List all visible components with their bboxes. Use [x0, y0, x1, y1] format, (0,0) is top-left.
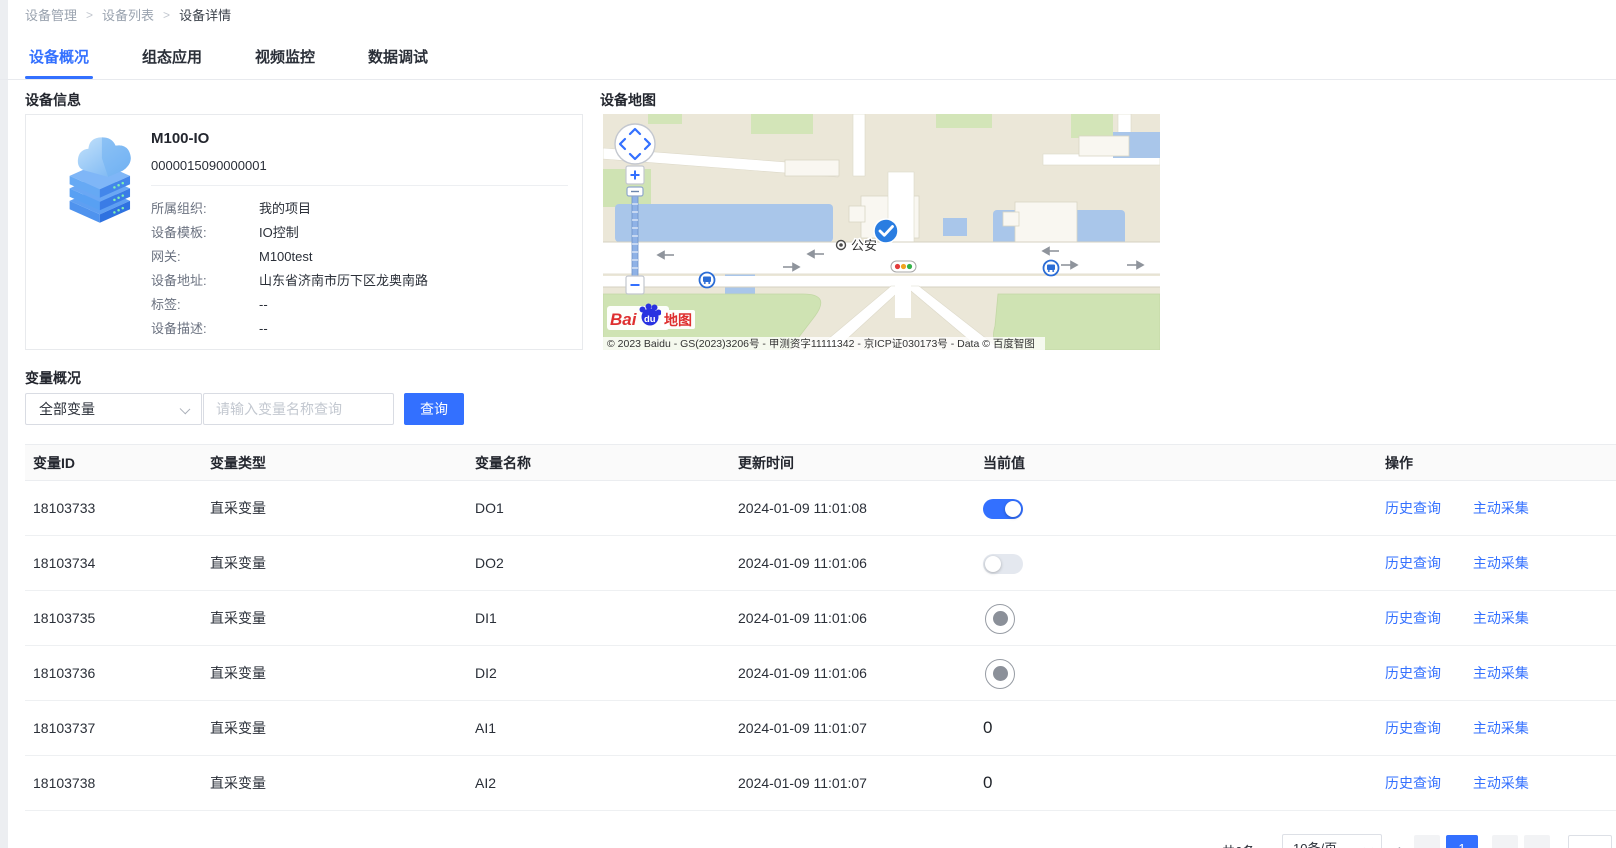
tab-bar: 设备概况 组态应用 视频监控 数据调试	[0, 43, 1616, 80]
map-copyright: © 2023 Baidu - GS(2023)3206号 - 甲测资字11111…	[603, 337, 1045, 350]
value-number: 0	[983, 701, 992, 756]
value-indicator-lamp	[985, 659, 1015, 689]
breadcrumb-device-management[interactable]: 设备管理	[25, 5, 77, 24]
field-tags: 标签:--	[151, 296, 268, 314]
bus-stop-icon	[700, 273, 715, 288]
active-collect-link[interactable]: 主动采集	[1473, 500, 1529, 516]
col-operations: 操作	[1385, 445, 1413, 482]
next-page-button[interactable]	[1492, 835, 1518, 848]
bus-stop-icon	[1044, 261, 1059, 276]
history-query-link[interactable]: 历史查询	[1385, 500, 1441, 516]
history-query-link[interactable]: 历史查询	[1385, 610, 1441, 626]
history-query-link[interactable]: 历史查询	[1385, 665, 1441, 681]
table-row: 18103735 直采变量 DI1 2024-01-09 11:01:06 历史…	[25, 591, 1616, 646]
svg-text:地图: 地图	[664, 312, 692, 328]
table-row: 18103736 直采变量 DI2 2024-01-09 11:01:06 历史…	[25, 646, 1616, 701]
breadcrumb: 设备管理 > 设备列表 > 设备详情	[25, 5, 231, 24]
device-info-card: M100-IO 0000015090000001 所属组织:我的项目 设备模板:…	[25, 114, 583, 350]
divider	[151, 185, 568, 186]
active-collect-link[interactable]: 主动采集	[1473, 555, 1529, 571]
variable-type-select[interactable]: 全部变量	[25, 393, 202, 425]
device-location-marker[interactable]	[874, 219, 898, 243]
col-current-value: 当前值	[983, 445, 1025, 482]
chevron-down-icon	[1364, 844, 1374, 848]
breadcrumb-device-detail: 设备详情	[179, 5, 231, 24]
chevron-down-icon	[180, 404, 191, 415]
table-row: 18103737 直采变量 AI1 2024-01-09 11:01:07 0 …	[25, 701, 1616, 756]
breadcrumb-separator: >	[163, 8, 170, 22]
device-map-title: 设备地图	[600, 90, 656, 110]
prev-page-button[interactable]	[1414, 835, 1440, 848]
tab-video-monitor[interactable]: 视频监控	[251, 43, 319, 79]
value-toggle-on[interactable]	[983, 499, 1023, 519]
field-description: 设备描述:--	[151, 320, 268, 338]
active-collect-link[interactable]: 主动采集	[1473, 775, 1529, 791]
svg-text:公安: 公安	[851, 238, 877, 253]
table-header: 变量ID 变量类型 变量名称 更新时间 当前值 操作	[25, 444, 1616, 481]
map-zoom-out-button[interactable]	[626, 276, 644, 294]
traffic-light-icon	[891, 261, 916, 272]
baidu-map[interactable]: 公安	[603, 114, 1160, 350]
value-toggle-off[interactable]	[983, 554, 1023, 574]
variables-table: 变量ID 变量类型 变量名称 更新时间 当前值 操作 18103733 直采变量…	[25, 444, 1616, 811]
variable-type-selected: 全部变量	[39, 401, 95, 417]
page-size-select[interactable]: 10条/页	[1282, 834, 1382, 848]
device-name: M100-IO	[151, 130, 209, 147]
current-page-button[interactable]: 1	[1446, 835, 1478, 848]
map-pan-control[interactable]	[615, 124, 655, 164]
svg-text:Bai: Bai	[610, 310, 638, 329]
col-variable-id: 变量ID	[33, 445, 75, 482]
field-address: 设备地址:山东省济南市历下区龙奥南路	[151, 272, 428, 290]
active-collect-link[interactable]: 主动采集	[1473, 665, 1529, 681]
prev-page-icon[interactable]: ‹	[1396, 841, 1401, 848]
device-server-cloud-icon	[54, 129, 154, 229]
active-collect-link[interactable]: 主动采集	[1473, 610, 1529, 626]
query-button[interactable]: 查询	[404, 393, 464, 425]
field-gateway: 网关:M100test	[151, 248, 312, 266]
tab-configuration-app[interactable]: 组态应用	[138, 43, 206, 79]
table-row: 18103738 直采变量 AI2 2024-01-09 11:01:07 0 …	[25, 756, 1616, 811]
more-pages-button[interactable]	[1524, 835, 1550, 848]
map-zoom-in-button[interactable]	[626, 166, 644, 184]
history-query-link[interactable]: 历史查询	[1385, 775, 1441, 791]
variables-title: 变量概况	[25, 368, 81, 388]
value-number: 0	[983, 756, 992, 811]
svg-text:du: du	[644, 314, 656, 325]
device-info-title: 设备信息	[25, 90, 81, 110]
tab-data-debug[interactable]: 数据调试	[364, 43, 432, 79]
window-edge-strip	[0, 0, 8, 848]
pagination-total: 共6条	[1222, 841, 1255, 848]
col-variable-type: 变量类型	[210, 445, 266, 482]
pagination: 共6条 10条/页 ‹ 1	[0, 833, 1616, 848]
device-detail-page: 设备管理 > 设备列表 > 设备详情 设备概况 组态应用 视频监控 数据调试 设…	[0, 0, 1616, 848]
active-collect-link[interactable]: 主动采集	[1473, 720, 1529, 736]
table-row: 18103734 直采变量 DO2 2024-01-09 11:01:06 历史…	[25, 536, 1616, 591]
breadcrumb-separator: >	[86, 8, 93, 22]
value-indicator-lamp	[985, 604, 1015, 634]
page-jump-input[interactable]	[1568, 835, 1612, 848]
col-update-time: 更新时间	[738, 445, 794, 482]
map-canvas: 公安	[603, 114, 1160, 350]
device-serial: 0000015090000001	[151, 158, 267, 173]
table-row: 18103733 直采变量 DO1 2024-01-09 11:01:08 历史…	[25, 481, 1616, 536]
history-query-link[interactable]: 历史查询	[1385, 555, 1441, 571]
breadcrumb-device-list[interactable]: 设备列表	[102, 5, 154, 24]
field-template: 设备模板:IO控制	[151, 224, 299, 242]
variable-search-input[interactable]	[203, 393, 394, 425]
svg-text:© 2023 Baidu - GS(2023)3206号 -: © 2023 Baidu - GS(2023)3206号 - 甲测资字11111…	[607, 337, 1035, 350]
tab-device-overview[interactable]: 设备概况	[25, 43, 93, 79]
col-variable-name: 变量名称	[475, 445, 531, 482]
history-query-link[interactable]: 历史查询	[1385, 720, 1441, 736]
field-organization: 所属组织:我的项目	[151, 200, 311, 218]
